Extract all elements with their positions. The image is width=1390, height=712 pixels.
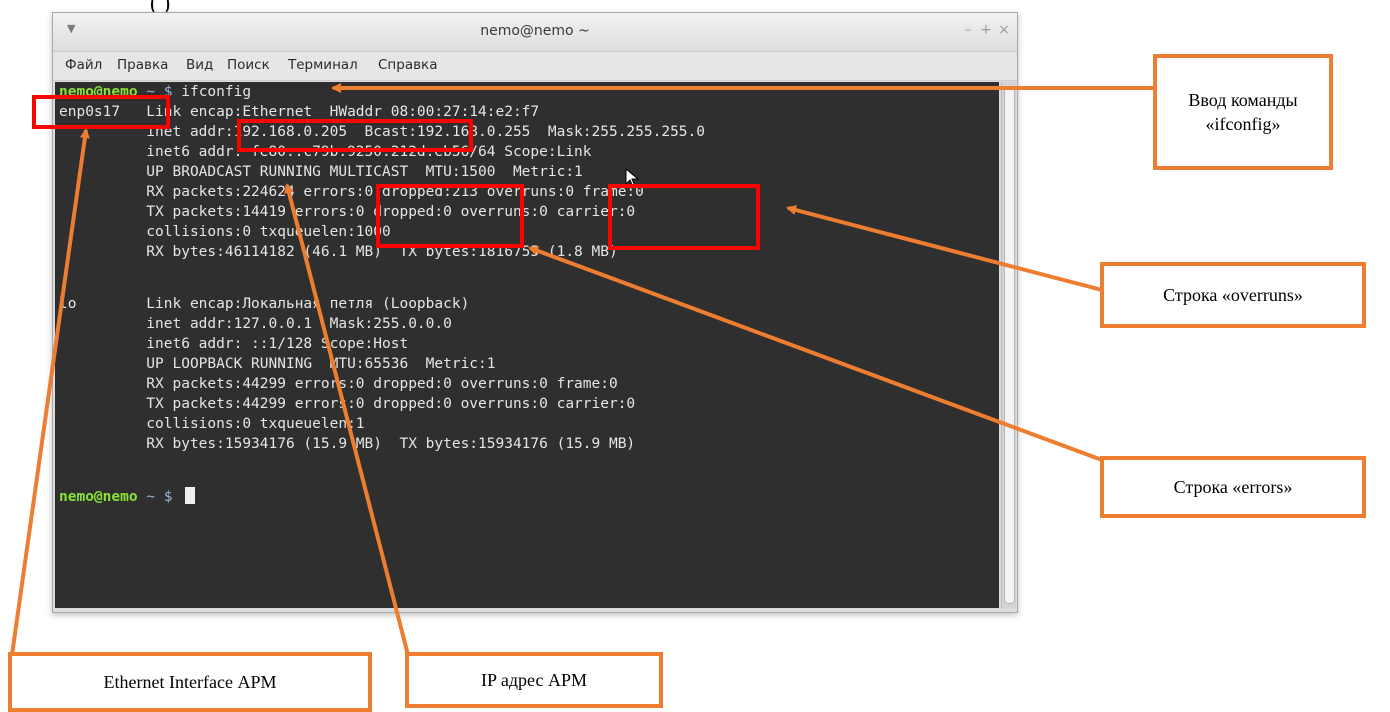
arrow-overruns <box>786 205 1103 292</box>
arrow-ethernet <box>10 128 90 656</box>
callout-ethernet-interface: Ethernet Interface АРМ <box>8 652 372 712</box>
arrow-errors <box>528 246 1103 462</box>
callout-command-input: Ввод команды «ifconfig» <box>1153 54 1333 170</box>
callout-ip-address: IP адрес АРМ <box>405 652 663 708</box>
arrow-ip <box>284 183 410 656</box>
callout-errors: Строка «errors» <box>1100 456 1366 518</box>
callout-overruns: Строка «overruns» <box>1100 262 1366 328</box>
